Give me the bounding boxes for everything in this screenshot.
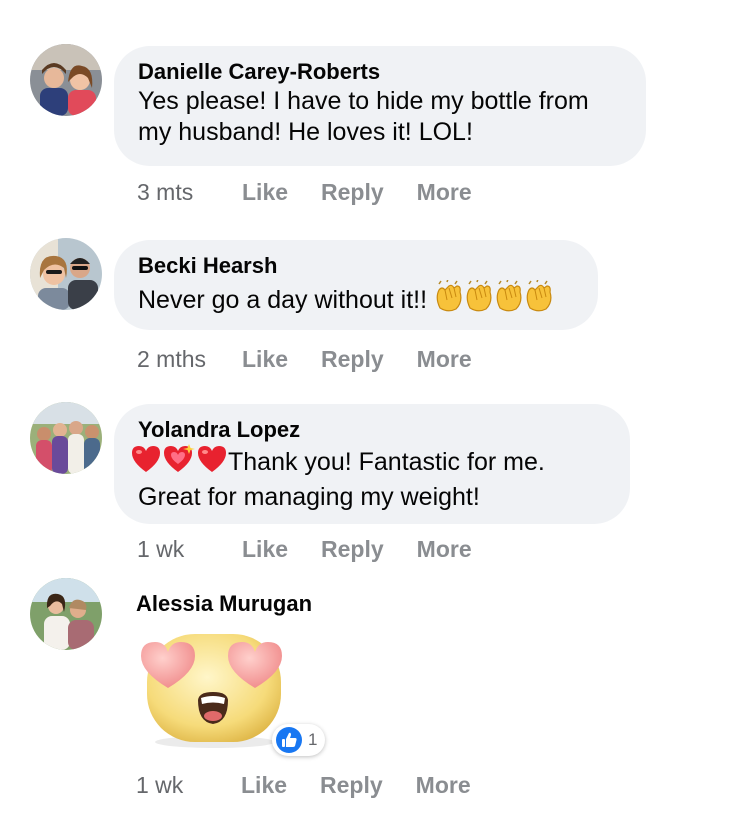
comment-author[interactable]: Alessia Murugan: [136, 590, 312, 618]
avatar[interactable]: [30, 238, 102, 310]
comment-text-content: Thank you! Fantastic for me.: [228, 448, 545, 476]
reply-button[interactable]: Reply: [321, 535, 384, 563]
more-button[interactable]: More: [417, 535, 472, 563]
comment-actions: 1 wk Like Reply More: [136, 771, 504, 799]
like-button[interactable]: Like: [242, 345, 288, 373]
avatar[interactable]: [30, 578, 102, 650]
red-heart-icon: [130, 444, 162, 482]
thumbs-up-icon: [276, 727, 302, 753]
avatar[interactable]: [30, 402, 102, 474]
like-button[interactable]: Like: [242, 178, 288, 206]
more-button[interactable]: More: [417, 178, 472, 206]
comment-text-line: Great for managing my weight!: [138, 483, 480, 511]
avatar[interactable]: [30, 44, 102, 116]
red-heart-icon: [196, 444, 228, 482]
heart-eyes-face-sticker: [135, 630, 295, 750]
comment-author[interactable]: Danielle Carey-Roberts: [138, 58, 622, 86]
more-button[interactable]: More: [417, 345, 472, 373]
comment-timestamp[interactable]: 3 mts: [137, 178, 242, 206]
comment-timestamp[interactable]: 2 mths: [137, 345, 242, 373]
comment-bubble: Danielle Carey-Roberts Yes please! I hav…: [114, 46, 646, 166]
comment-text-line: Yes please! I have to hide my bottle fro…: [138, 87, 589, 115]
like-button[interactable]: Like: [242, 535, 288, 563]
more-button[interactable]: More: [416, 771, 471, 799]
comment-actions: 2 mths Like Reply More: [137, 345, 505, 373]
comment-bubble: Becki Hearsh Never go a day without it!!: [114, 240, 598, 330]
comment-author[interactable]: Yolandra Lopez: [138, 416, 606, 444]
clapping-hands-icon: [434, 278, 464, 320]
reply-button[interactable]: Reply: [320, 771, 383, 799]
like-button[interactable]: Like: [241, 771, 287, 799]
sparkling-heart-icon: [162, 444, 196, 482]
comment-timestamp[interactable]: 1 wk: [137, 535, 242, 563]
clapping-hands-icon: [464, 278, 494, 320]
reply-button[interactable]: Reply: [321, 345, 384, 373]
comment-actions: 1 wk Like Reply More: [137, 535, 505, 563]
comment-bubble: Yolandra Lopez Thank you! Fantastic for …: [114, 404, 630, 524]
reaction-count: 1: [308, 730, 318, 749]
reaction-count-badge[interactable]: 1: [272, 724, 326, 756]
clapping-hands-icon: [494, 278, 524, 320]
clapping-hands-icon: [524, 278, 554, 320]
comment-author[interactable]: Becki Hearsh: [138, 252, 574, 280]
comment-text-line: my husband! He loves it! LOL!: [138, 118, 473, 146]
comment-actions: 3 mts Like Reply More: [137, 178, 505, 206]
comment-text-content: Never go a day without it!!: [138, 286, 428, 314]
comment-timestamp[interactable]: 1 wk: [136, 771, 241, 799]
comment-text-line: Thank you! Fantastic for me.: [130, 444, 606, 482]
reply-button[interactable]: Reply: [321, 178, 384, 206]
comment-text: Never go a day without it!!: [138, 278, 574, 320]
